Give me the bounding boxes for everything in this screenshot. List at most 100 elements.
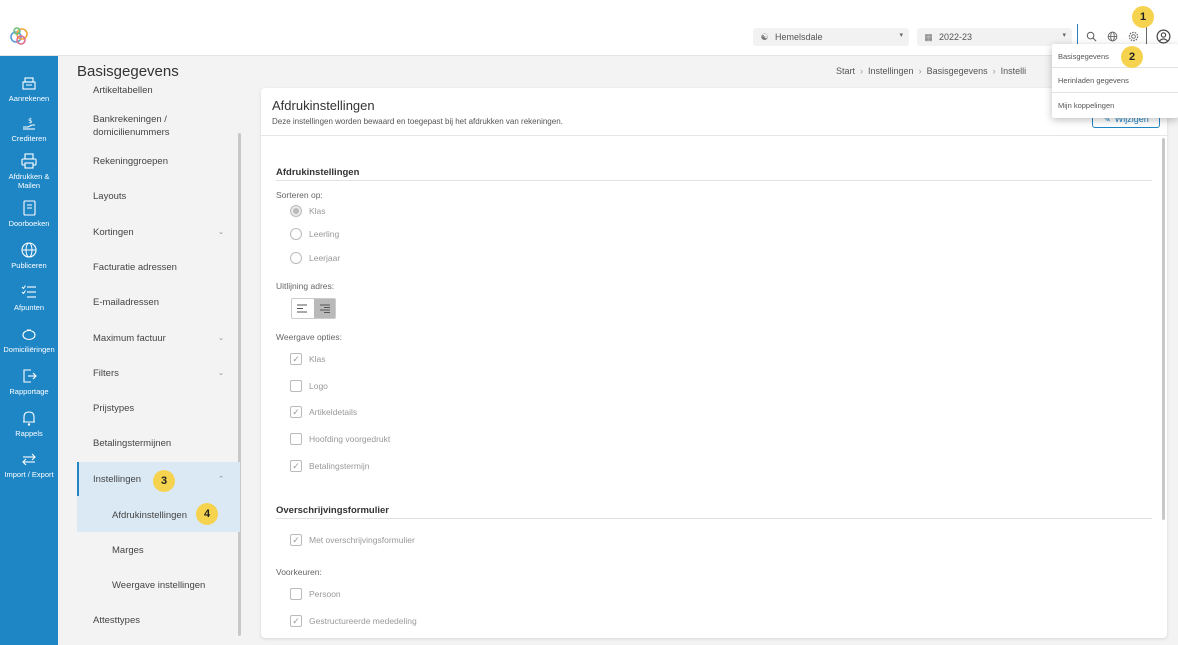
submenu-label: Attesttypes <box>93 615 140 626</box>
radio-button[interactable] <box>290 252 302 264</box>
schoolyear-select[interactable]: ▦ 2022-23 ▾ <box>917 28 1072 46</box>
checkbox[interactable] <box>290 433 302 445</box>
display-option-logo[interactable]: Logo <box>290 380 328 392</box>
option-label: Logo <box>309 381 328 391</box>
nav-label: Afpunten <box>13 303 45 312</box>
nav-item-publiceren[interactable]: Publiceren <box>0 241 58 270</box>
nav-item-crediteren[interactable]: $ Crediteren <box>0 114 58 143</box>
submenu-item-weergave-instellingen[interactable]: Weergave instellingen <box>77 579 240 592</box>
radio-button[interactable] <box>290 228 302 240</box>
search-icon[interactable] <box>1083 28 1099 44</box>
radio-button[interactable] <box>290 205 302 217</box>
main-sidebar: Aanrekenen $ Crediteren Afdrukken & Mail… <box>0 56 58 645</box>
nav-item-doorboeken[interactable]: Doorboeken <box>0 199 58 228</box>
gear-icon[interactable] <box>1125 28 1141 44</box>
calendar-icon: ▦ <box>924 31 933 42</box>
bell-icon <box>23 411 35 426</box>
align-right-icon <box>319 304 330 313</box>
submenu-scrollbar[interactable] <box>238 133 241 636</box>
submenu-label: Filters <box>93 368 119 379</box>
schoolyear-select-value: 2022-23 <box>939 32 973 42</box>
people-icon: ☯ <box>760 31 769 42</box>
credit-hand-icon: $ <box>23 117 35 130</box>
pref-option-gestructureerde[interactable]: ✓ Gestructureerde mededeling <box>290 615 417 627</box>
checkbox[interactable]: ✓ <box>290 615 302 627</box>
submenu-item-emailadressen[interactable]: E-mailadressen <box>77 296 240 309</box>
checkbox[interactable] <box>290 588 302 600</box>
checkbox[interactable]: ✓ <box>290 353 302 365</box>
align-right-button[interactable] <box>313 299 335 318</box>
align-left-icon <box>297 304 308 313</box>
option-label: Persoon <box>309 589 341 599</box>
menu-item-koppelingen[interactable]: Mijn koppelingen <box>1058 101 1114 110</box>
sort-option-leerjaar[interactable]: Leerjaar <box>290 252 340 264</box>
submenu-label: Betalingstermijnen <box>93 438 172 449</box>
school-select[interactable]: ☯ Hemelsdale ▾ <box>753 28 909 46</box>
submenu-label: Artikeltabellen <box>93 85 153 96</box>
top-bar: ☯ Hemelsdale ▾ ▦ 2022-23 ▾ <box>0 0 1178 56</box>
menu-item-basisgegevens[interactable]: Basisgegevens <box>1058 52 1109 61</box>
sort-option-klas[interactable]: Klas <box>290 205 326 217</box>
submenu-item-layouts[interactable]: Layouts <box>77 190 240 203</box>
checkbox[interactable]: ✓ <box>290 460 302 472</box>
nav-item-aanrekenen[interactable]: Aanrekenen <box>0 74 58 103</box>
submenu-label: Weergave instellingen <box>112 580 206 591</box>
nav-item-afdrukken-mailen[interactable]: Afdrukken & Mailen <box>0 152 58 190</box>
checkbox[interactable] <box>290 380 302 392</box>
settings-card: Afdrukinstellingen Deze instellingen wor… <box>261 88 1167 638</box>
checkbox[interactable]: ✓ <box>290 406 302 418</box>
breadcrumb-start[interactable]: Start <box>836 66 855 76</box>
align-left-button[interactable] <box>292 299 314 318</box>
submenu-item-artikeltabellen[interactable]: Artikeltabellen <box>77 84 240 97</box>
submenu-item-betalingstermijnen[interactable]: Betalingstermijnen <box>77 437 240 450</box>
nav-item-rapportage[interactable]: Rapportage <box>0 367 58 396</box>
checkbox[interactable]: ✓ <box>290 534 302 546</box>
display-option-hoofding[interactable]: Hoofding voorgedrukt <box>290 433 390 445</box>
user-avatar-icon[interactable] <box>1154 27 1172 45</box>
nav-item-rappels[interactable]: Rappels <box>0 409 58 438</box>
transfer-icon <box>22 453 36 466</box>
display-option-klas[interactable]: ✓ Klas <box>290 353 326 365</box>
submenu-item-maximum-factuur[interactable]: Maximum factuur ⌄ <box>77 332 240 345</box>
globe-icon[interactable] <box>1104 28 1120 44</box>
breadcrumb-instellingen[interactable]: Instellingen <box>868 66 914 76</box>
submenu-label: Kortingen <box>93 227 134 238</box>
menu-item-herinladen[interactable]: Herinladen gegevens <box>1058 76 1129 85</box>
option-label: Betalingstermijn <box>309 461 370 471</box>
step-badge-4: 4 <box>196 503 218 525</box>
pref-option-persoon[interactable]: Persoon <box>290 588 341 600</box>
submenu-item-marges[interactable]: Marges <box>77 544 240 557</box>
submenu-label: Prijstypes <box>93 403 135 414</box>
submenu-item-kortingen[interactable]: Kortingen ⌄ <box>77 226 240 239</box>
card-title: Afdrukinstellingen <box>272 98 375 113</box>
submenu-item-prijstypes[interactable]: Prijstypes <box>77 402 240 415</box>
nav-label: Publiceren <box>11 261 47 270</box>
nav-label: Afdrukken & Mailen <box>8 172 50 190</box>
book-icon <box>23 200 36 216</box>
submenu-item-attesttypes[interactable]: Attesttypes <box>77 614 240 627</box>
nav-item-afpunten[interactable]: Afpunten <box>0 283 58 312</box>
submenu-item-rekeninggroepen[interactable]: Rekeninggroepen <box>77 155 240 168</box>
sort-option-leerling[interactable]: Leerling <box>290 228 339 240</box>
chevron-right-icon: › <box>992 66 996 76</box>
display-option-artikeldetails[interactable]: ✓ Artikeldetails <box>290 406 357 418</box>
section-divider <box>276 180 1152 181</box>
nav-label: Rappels <box>15 429 43 438</box>
breadcrumb-basisgegevens[interactable]: Basisgegevens <box>927 66 988 76</box>
nav-item-domicilieringen[interactable]: Domiciliëringen <box>0 325 58 354</box>
transfer-form-option[interactable]: ✓ Met overschrijvingsformulier <box>290 534 415 546</box>
card-scrollbar[interactable] <box>1162 138 1165 520</box>
submenu-item-bankrekeningen[interactable]: Bankrekeningen / domicilienummers <box>77 113 217 139</box>
submenu-item-facturatie-adressen[interactable]: Facturatie adressen <box>77 261 240 274</box>
app-logo[interactable] <box>9 26 29 46</box>
settings-dropdown-menu: Basisgegevens Herinladen gegevens Mijn k… <box>1052 44 1178 118</box>
step-badge-3: 3 <box>153 470 175 492</box>
submenu-item-filters[interactable]: Filters ⌄ <box>77 367 240 380</box>
nav-item-import-export[interactable]: Import / Export <box>0 450 58 479</box>
display-option-betalingstermijn[interactable]: ✓ Betalingstermijn <box>290 460 369 472</box>
option-label: Leerling <box>309 229 340 239</box>
submenu-label: Afdrukinstellingen <box>112 510 187 521</box>
piggy-bank-icon <box>22 329 36 341</box>
section-divider <box>276 518 1152 519</box>
address-align-toggle <box>291 298 336 319</box>
